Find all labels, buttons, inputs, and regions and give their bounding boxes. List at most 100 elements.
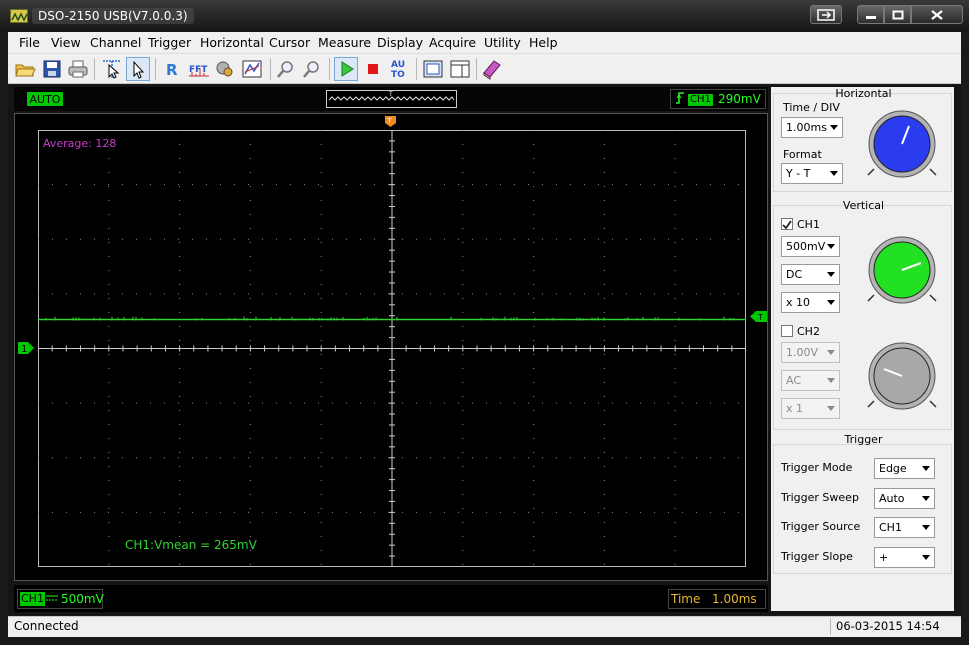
ch1-coupling-value: DC xyxy=(786,268,803,281)
toolbar-separator xyxy=(270,58,271,80)
menu-file[interactable]: File xyxy=(19,35,40,50)
trigger-mode-select[interactable]: Edge xyxy=(874,458,935,479)
fft-icon: FFT xyxy=(189,65,209,77)
pointer-icon xyxy=(133,60,145,79)
auto-button[interactable]: AU TO xyxy=(388,57,412,81)
menu-cursor[interactable]: Cursor xyxy=(269,35,310,50)
restore-alt-icon xyxy=(817,8,835,21)
toolbar: R FFT AU TO xyxy=(8,54,961,84)
ch2-probe-value: x 1 xyxy=(786,402,804,415)
ch1-checkbox[interactable] xyxy=(781,218,793,230)
menu-trigger[interactable]: Trigger xyxy=(148,35,191,50)
status-datetime: 06-03-2015 14:54 xyxy=(836,619,940,633)
close-button[interactable] xyxy=(911,5,963,24)
cursor-select-button[interactable] xyxy=(100,57,124,81)
run-button[interactable] xyxy=(334,57,358,81)
panel-toggle-icon xyxy=(450,60,470,78)
ch2-volts-knob-icon[interactable] xyxy=(864,339,942,413)
chevron-down-icon xyxy=(830,125,838,130)
waveform-overview-icon: T xyxy=(328,91,455,101)
trigger-sweep-value: Auto xyxy=(879,492,905,505)
trigger-sweep-select[interactable]: Auto xyxy=(874,488,935,509)
trigger-mode-value: Edge xyxy=(879,462,907,475)
trigger-slope-value: + xyxy=(879,551,889,564)
trigger-source-value: CH1 xyxy=(879,521,902,534)
menu-channel[interactable]: Channel xyxy=(90,35,141,50)
zoom-out-icon xyxy=(303,61,319,78)
dc-coupling-icon xyxy=(45,594,59,605)
chevron-down-icon xyxy=(827,378,835,383)
ch2-checkbox[interactable] xyxy=(781,325,793,337)
maximize-button[interactable] xyxy=(884,5,911,24)
ch1-ground-marker-icon[interactable]: 1 xyxy=(17,341,35,358)
open-folder-icon xyxy=(15,64,36,77)
trigger-level-marker-icon[interactable]: T xyxy=(750,310,768,326)
acquisition-mode-badge: AUTO xyxy=(26,91,64,107)
zoom-in-button[interactable] xyxy=(274,57,298,81)
ch1-probe-value: x 10 xyxy=(786,296,811,309)
minimize-button[interactable] xyxy=(857,5,884,24)
print-button[interactable] xyxy=(66,57,90,81)
math-button[interactable] xyxy=(213,57,237,81)
ch2-volts-select[interactable]: 1.00V xyxy=(781,342,840,363)
reference-button[interactable]: R xyxy=(160,57,184,81)
time-div-label: Time / DIV xyxy=(783,101,840,114)
time-div-select[interactable]: 1.00ms xyxy=(781,117,843,138)
maximize-icon xyxy=(892,10,903,19)
chevron-down-icon xyxy=(827,244,835,249)
time-div-value: 1.00ms xyxy=(786,121,827,134)
menu-measure[interactable]: Measure xyxy=(318,35,371,50)
svg-text:TO: TO xyxy=(391,70,405,80)
format-label: Format xyxy=(783,148,822,161)
close-icon xyxy=(931,9,943,20)
window-title: DSO-2150 USB(V7.0.0.3) xyxy=(32,8,194,24)
trigger-mode-label: Trigger Mode xyxy=(781,461,853,474)
trigger-slope-select[interactable]: + xyxy=(874,547,935,568)
menu-acquire[interactable]: Acquire xyxy=(429,35,476,50)
reference-icon: R xyxy=(166,61,178,79)
help-book-button[interactable] xyxy=(480,57,504,81)
open-button[interactable] xyxy=(13,57,37,81)
display-button[interactable] xyxy=(240,57,264,81)
pointer-button[interactable] xyxy=(126,57,150,81)
chevron-down-icon xyxy=(830,171,838,176)
menu-bar: File View Channel Trigger Horizontal Cur… xyxy=(8,32,961,54)
menu-horizontal[interactable]: Horizontal xyxy=(200,35,264,50)
capture-button[interactable] xyxy=(421,57,445,81)
format-value: Y - T xyxy=(786,167,811,180)
ch2-volts-value: 1.00V xyxy=(786,346,819,359)
trigger-channel-tag: CH1 xyxy=(688,94,713,106)
ch1-coupling-select[interactable]: DC xyxy=(781,264,840,285)
run-icon xyxy=(341,61,354,77)
timebase-knob-icon[interactable] xyxy=(864,107,942,181)
timebase-value: 1.00ms xyxy=(712,592,757,606)
ch1-probe-select[interactable]: x 10 xyxy=(781,292,840,313)
checkmark-icon xyxy=(782,220,792,230)
menu-display[interactable]: Display xyxy=(377,35,423,50)
menu-utility[interactable]: Utility xyxy=(484,35,521,50)
restore-alt-button[interactable] xyxy=(810,5,842,24)
panel-toggle-button[interactable] xyxy=(448,57,472,81)
save-button[interactable] xyxy=(40,57,64,81)
trigger-time-marker-icon[interactable]: T xyxy=(384,115,397,131)
trigger-level-marker-label: T xyxy=(757,313,763,322)
waveform-graticule[interactable] xyxy=(38,130,746,567)
help-book-icon xyxy=(483,60,501,80)
ch2-coupling-select[interactable]: AC xyxy=(781,370,840,391)
trigger-position-indicator[interactable]: T xyxy=(326,90,457,108)
menu-view[interactable]: View xyxy=(51,35,81,50)
average-label: Average: 128 xyxy=(43,137,117,150)
ch2-probe-select[interactable]: x 1 xyxy=(781,398,840,419)
trigger-time-marker-label: T xyxy=(387,117,393,125)
stop-button[interactable] xyxy=(361,57,385,81)
menu-help[interactable]: Help xyxy=(529,35,558,50)
reference-letter: R xyxy=(166,61,178,79)
ch1-ground-marker-label: 1 xyxy=(21,344,27,355)
fft-button[interactable]: FFT xyxy=(187,57,211,81)
ch1-volts-select[interactable]: 500mV xyxy=(781,236,840,257)
ch1-volts-knob-icon[interactable] xyxy=(864,233,942,307)
format-select[interactable]: Y - T xyxy=(781,163,843,184)
trigger-source-select[interactable]: CH1 xyxy=(874,517,935,538)
zoom-out-button[interactable] xyxy=(300,57,324,81)
trigger-slope-label: Trigger Slope xyxy=(781,550,853,563)
